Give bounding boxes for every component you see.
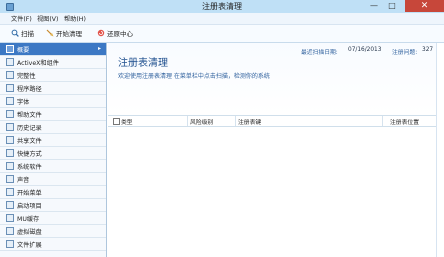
start-menu-icon: [6, 188, 14, 196]
cache-icon: [6, 214, 14, 222]
sidebar-item-label: 概要: [17, 46, 30, 54]
shared-file-icon: [6, 136, 14, 144]
window-title: 注册表清理: [202, 2, 242, 11]
start-clean-label: 开始清理: [56, 30, 82, 38]
maximize-icon[interactable]: □: [386, 1, 398, 11]
sidebar-item-label: 开始菜单: [17, 189, 42, 197]
main-panel: 注册表清理 欢迎使用注册表清理 在菜单栏中点击扫描，检测你的系统 最近扫描日期:…: [108, 43, 436, 257]
restore-center-label: 还原中心: [107, 30, 133, 38]
column-risk-level[interactable]: 风险级别: [190, 117, 213, 126]
sidebar-item-program-paths[interactable]: 程序路径: [0, 82, 106, 95]
overview-icon: [6, 45, 14, 53]
summary-header: 注册表清理 欢迎使用注册表清理 在菜单栏中点击扫描，检测你的系统 最近扫描日期:…: [108, 43, 436, 114]
sidebar-item-label: 字体: [17, 98, 30, 106]
toolbar: 扫描 开始清理 还原中心: [0, 25, 444, 43]
sidebar-item-label: 完整性: [17, 72, 36, 80]
menu-file[interactable]: 文件(F): [11, 14, 32, 23]
sidebar-item-file-extensions[interactable]: 文件扩展: [0, 238, 106, 251]
integrity-icon: [6, 71, 14, 79]
shortcut-icon: [6, 149, 14, 157]
folder-icon: [6, 84, 14, 92]
column-registry-key[interactable]: 注册表键: [238, 117, 261, 126]
scan-button[interactable]: 扫描: [11, 27, 34, 39]
sidebar: 概要 ▸ ActiveX和组件 完整性 程序路径 字体 帮助文件 历史记录 共享…: [0, 43, 107, 257]
app-icon: [6, 3, 14, 11]
column-registry-location[interactable]: 注册表位置: [390, 117, 419, 126]
sidebar-item-sounds[interactable]: 声音: [0, 173, 106, 186]
help-icon: [6, 110, 14, 118]
sidebar-item-label: 共享文件: [17, 137, 42, 145]
sidebar-item-shared-files[interactable]: 共享文件: [0, 134, 106, 147]
restore-icon: [97, 29, 105, 37]
column-divider[interactable]: [187, 116, 188, 126]
disk-icon: [6, 227, 14, 235]
magnifier-icon: [11, 29, 19, 37]
history-icon: [6, 123, 14, 131]
last-scan-date: 07/16/2013: [348, 47, 382, 53]
minimize-icon[interactable]: —: [368, 1, 380, 11]
broom-icon: [46, 29, 54, 37]
sidebar-item-label: 声音: [17, 176, 30, 184]
sidebar-item-mu-cache[interactable]: MU缓存: [0, 212, 106, 225]
sidebar-item-integrity[interactable]: 完整性: [0, 69, 106, 82]
sidebar-item-fonts[interactable]: 字体: [0, 95, 106, 108]
sidebar-item-label: 历史记录: [17, 124, 42, 132]
menu-view[interactable]: 视图(V): [37, 14, 58, 23]
column-type[interactable]: 类型: [121, 117, 133, 126]
sidebar-item-label: MU缓存: [17, 215, 40, 223]
close-button[interactable]: ✕: [405, 0, 444, 12]
results-table-header: 类型 风险级别 注册表键 注册表位置: [108, 115, 436, 127]
sidebar-item-virtual-disk[interactable]: 虚拟磁盘: [0, 225, 106, 238]
sidebar-item-label: ActiveX和组件: [17, 59, 59, 67]
sidebar-item-start-menu[interactable]: 开始菜单: [0, 186, 106, 199]
software-icon: [6, 162, 14, 170]
file-extension-icon: [6, 240, 14, 248]
title-bar: 注册表清理 — □ ✕: [0, 0, 444, 13]
page-title: 注册表清理: [118, 58, 168, 69]
select-all-checkbox[interactable]: [113, 118, 120, 125]
close-icon: ✕: [420, 1, 429, 11]
sidebar-item-label: 帮助文件: [17, 111, 42, 119]
last-scan-label: 最近扫描日期:: [301, 50, 338, 56]
column-divider[interactable]: [382, 116, 383, 126]
issues-count: 327: [422, 47, 434, 53]
sidebar-item-history[interactable]: 历史记录: [0, 121, 106, 134]
sidebar-item-label: 文件扩展: [17, 241, 42, 249]
startup-icon: [6, 201, 14, 209]
menu-help[interactable]: 帮助(H): [64, 14, 86, 23]
start-clean-button[interactable]: 开始清理: [46, 27, 82, 39]
sound-icon: [6, 175, 14, 183]
sidebar-item-shortcuts[interactable]: 快捷方式: [0, 147, 106, 160]
font-icon: [6, 97, 14, 105]
scan-label: 扫描: [21, 30, 34, 38]
menu-bar: 文件(F) 视图(V) 帮助(H): [0, 13, 444, 25]
restore-center-button[interactable]: 还原中心: [97, 27, 133, 39]
sidebar-item-help-files[interactable]: 帮助文件: [0, 108, 106, 121]
component-icon: [6, 58, 14, 66]
issues-label: 注册问题:: [392, 50, 418, 56]
sidebar-item-label: 系统软件: [17, 163, 42, 171]
sidebar-item-label: 程序路径: [17, 85, 42, 93]
sidebar-item-overview[interactable]: 概要 ▸: [0, 43, 106, 56]
chevron-right-icon: ▸: [97, 45, 101, 52]
sidebar-item-startup[interactable]: 启动项目: [0, 199, 106, 212]
window-edge: [436, 43, 444, 257]
column-divider[interactable]: [235, 116, 236, 126]
sidebar-item-activex[interactable]: ActiveX和组件: [0, 56, 106, 69]
sidebar-item-label: 启动项目: [17, 202, 42, 210]
sidebar-item-label: 快捷方式: [17, 150, 42, 158]
sidebar-item-label: 虚拟磁盘: [17, 228, 42, 236]
welcome-text: 欢迎使用注册表清理 在菜单栏中点击扫描，检测你的系统: [118, 73, 270, 80]
sidebar-item-system-software[interactable]: 系统软件: [0, 160, 106, 173]
